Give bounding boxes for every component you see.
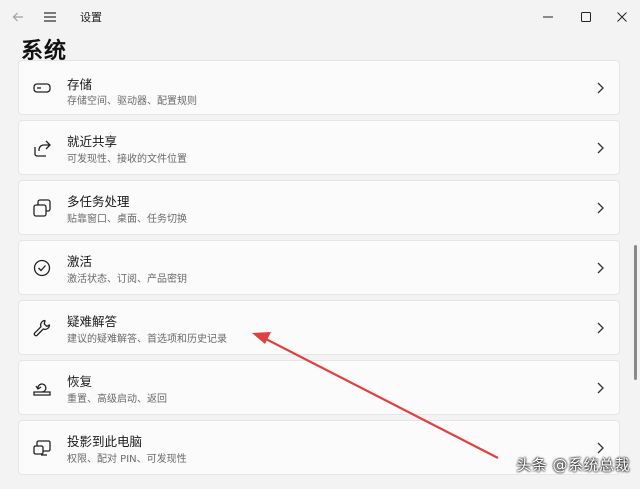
back-button[interactable]	[4, 0, 32, 34]
chevron-right-icon	[597, 382, 604, 393]
item-description: 贴靠窗口、桌面、任务切换	[67, 214, 187, 225]
item-name: 疑难解答	[67, 314, 118, 329]
item-description: 可发现性、接收的文件位置	[67, 154, 187, 165]
hamburger-menu-icon	[44, 12, 56, 22]
projection-icon	[33, 439, 51, 456]
item-description: 建议的疑难解答、首选项和历史记录	[67, 334, 227, 345]
maximize-button[interactable]	[568, 0, 604, 34]
title-bar: 设置	[0, 0, 640, 34]
item-description: 重置、高级启动、返回	[67, 394, 167, 405]
item-name: 就近共享	[67, 134, 118, 149]
chevron-right-icon	[597, 82, 604, 93]
storage-icon	[33, 82, 51, 93]
recovery-icon	[33, 382, 51, 396]
minimize-icon	[543, 16, 553, 18]
item-name: 存储	[67, 77, 93, 92]
window-title: 设置	[80, 11, 102, 24]
item-description: 权限、配对 PIN、可发现性	[67, 454, 187, 465]
chevron-right-icon	[597, 142, 604, 153]
chevron-right-icon	[597, 202, 604, 213]
item-name: 投影到此电脑	[67, 434, 143, 449]
maximize-icon	[581, 12, 591, 22]
close-button[interactable]	[604, 0, 640, 34]
chevron-right-icon	[597, 442, 604, 453]
share-icon	[34, 140, 51, 157]
watermark: 头条 @系统总裁	[516, 456, 630, 474]
settings-item-activation[interactable]: 激活 激活状态、订阅、产品密钥	[18, 240, 620, 295]
scrollbar-thumb[interactable]	[634, 245, 637, 380]
settings-item-troubleshoot[interactable]: 疑难解答 建议的疑难解答、首选项和历史记录	[18, 300, 620, 355]
navigation-menu-button[interactable]	[36, 0, 64, 34]
settings-item-recovery[interactable]: 恢复 重置、高级启动、返回	[18, 360, 620, 415]
item-description: 激活状态、订阅、产品密钥	[67, 274, 187, 285]
item-name: 恢复	[67, 374, 93, 389]
wrench-icon	[33, 319, 51, 336]
item-name: 激活	[67, 254, 93, 269]
multitask-icon	[33, 198, 51, 217]
back-arrow-icon	[12, 12, 23, 22]
item-name: 多任务处理	[67, 194, 130, 209]
chevron-right-icon	[597, 322, 604, 333]
chevron-right-icon	[597, 262, 604, 273]
settings-item-multitasking[interactable]: 多任务处理 贴靠窗口、桌面、任务切换	[18, 180, 620, 235]
minimize-button[interactable]	[530, 0, 566, 34]
item-description: 存储空间、驱动器、配置规则	[67, 96, 197, 107]
settings-item-storage[interactable]: 存储 存储空间、驱动器、配置规则	[18, 60, 620, 115]
settings-item-nearby-sharing[interactable]: 就近共享 可发现性、接收的文件位置	[18, 120, 620, 175]
activation-icon	[33, 259, 51, 276]
close-icon	[617, 12, 627, 22]
